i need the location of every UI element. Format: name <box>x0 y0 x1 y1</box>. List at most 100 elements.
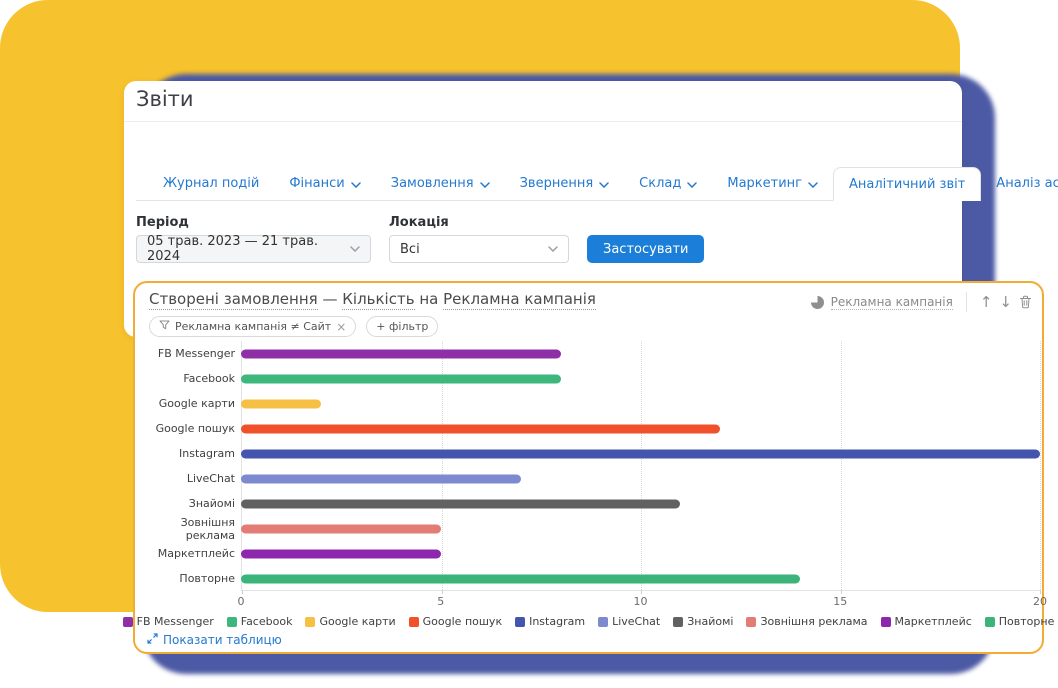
tab-1[interactable]: Журнал подій <box>148 167 274 200</box>
location-select[interactable]: Всі <box>389 235 569 263</box>
category-label: Google пошук <box>143 422 241 435</box>
x-tick-label: 20 <box>1033 595 1047 608</box>
legend-label: Знайомі <box>687 615 733 628</box>
group-by-selector[interactable]: Рекламна кампанія <box>831 295 953 310</box>
bar-track <box>241 441 1040 466</box>
bar-row: Google пошук <box>143 416 1040 441</box>
bar-track <box>241 566 1040 591</box>
bar-5[interactable] <box>241 449 1040 458</box>
bar-3[interactable] <box>241 399 321 408</box>
delete-widget-button[interactable] <box>1019 295 1032 309</box>
legend-swatch <box>746 617 756 627</box>
legend-label: Facebook <box>241 615 293 628</box>
tab-5[interactable]: Склад <box>624 167 712 200</box>
bar-2[interactable] <box>241 374 561 383</box>
category-label: FB Messenger <box>143 347 241 360</box>
legend-swatch <box>673 617 683 627</box>
bar-9[interactable] <box>241 549 441 558</box>
bar-6[interactable] <box>241 474 521 483</box>
bar-track <box>241 541 1040 566</box>
tab-2[interactable]: Фінанси <box>274 167 375 200</box>
category-label: Google карти <box>143 397 241 410</box>
location-value: Всі <box>400 242 420 257</box>
metric-selector[interactable]: Створені замовлення <box>149 290 318 310</box>
bar-7[interactable] <box>241 499 680 508</box>
legend-item[interactable]: Маркетплейс <box>881 615 972 628</box>
chevron-down-icon <box>351 182 361 188</box>
location-label: Локація <box>389 215 569 230</box>
bar-1[interactable] <box>241 349 561 358</box>
filters-bar: Період 05 трав. 2023 — 21 трав. 2024 Лок… <box>136 215 704 263</box>
filter-chips: Рекламна кампанія ≠ Сайт× + фільтр <box>149 316 438 337</box>
bar-track <box>241 516 1040 541</box>
legend-item[interactable]: Google пошук <box>409 615 502 628</box>
legend-label: Маркетплейс <box>895 615 972 628</box>
tab-label: Замовлення <box>391 176 474 191</box>
legend-swatch <box>227 617 237 627</box>
widget-title: Створені замовлення — Кількість на Рекла… <box>149 290 596 308</box>
widget-controls: Рекламна кампанія ↑ ↓ <box>811 292 1032 312</box>
show-table-label: Показати таблицю <box>163 633 282 647</box>
legend-swatch <box>881 617 891 627</box>
dimension-selector[interactable]: Рекламна кампанія <box>443 290 596 310</box>
tab-3[interactable]: Замовлення <box>376 167 505 200</box>
report-tabs: Журнал подійФінанси Замовлення Звернення Ск… <box>136 167 950 201</box>
bar-4[interactable] <box>241 424 720 433</box>
legend-item[interactable]: Facebook <box>227 615 293 628</box>
legend-item[interactable]: FB Messenger <box>123 615 214 628</box>
title-dash: — <box>322 290 337 308</box>
tab-label: Аналітичний звіт <box>849 177 965 192</box>
legend-item[interactable]: Знайомі <box>673 615 733 628</box>
legend-item[interactable]: Повторне <box>985 615 1055 628</box>
widget-header: Створені замовлення — Кількість на Рекла… <box>149 290 1032 312</box>
bar-10[interactable] <box>241 574 800 583</box>
show-table-link[interactable]: Показати таблицю <box>147 633 282 647</box>
active-filter-chip[interactable]: Рекламна кампанія ≠ Сайт× <box>149 316 356 337</box>
bar-row: Facebook <box>143 366 1040 391</box>
tab-8[interactable]: Аналіз асортименту <box>981 167 1058 200</box>
move-down-button[interactable]: ↓ <box>999 295 1012 310</box>
category-label: LiveChat <box>143 472 241 485</box>
chart-legend: FB Messenger Facebook Google карти Google п… <box>135 615 1042 628</box>
close-icon[interactable]: × <box>336 320 346 334</box>
legend-swatch <box>515 617 525 627</box>
move-up-button[interactable]: ↑ <box>980 295 993 310</box>
legend-item[interactable]: LiveChat <box>598 615 660 628</box>
tab-label: Маркетинг <box>727 176 802 191</box>
bar-track <box>241 366 1040 391</box>
legend-label: Google карти <box>319 615 395 628</box>
apply-button[interactable]: Застосувати <box>587 235 704 263</box>
legend-item[interactable]: Google карти <box>305 615 395 628</box>
period-label: Період <box>136 215 371 230</box>
legend-item[interactable]: Зовнішня реклама <box>746 615 867 628</box>
bar-row: Зовнішня реклама <box>143 516 1040 541</box>
controls-divider <box>966 292 967 312</box>
category-label: Instagram <box>143 447 241 460</box>
bar-8[interactable] <box>241 524 441 533</box>
location-filter-group: Локація Всі <box>389 215 569 263</box>
chevron-down-icon <box>350 246 360 252</box>
chevron-down-icon <box>599 182 609 188</box>
category-label: Знайомі <box>143 497 241 510</box>
legend-swatch <box>305 617 315 627</box>
period-select[interactable]: 05 трав. 2023 — 21 трав. 2024 <box>136 235 371 263</box>
bar-row: Повторне <box>143 566 1040 591</box>
tab-6[interactable]: Маркетинг <box>712 167 833 200</box>
bar-row: Instagram <box>143 441 1040 466</box>
x-axis: 05101520 <box>241 595 1040 609</box>
tab-label: Склад <box>639 176 681 191</box>
measure-selector[interactable]: Кількість <box>342 290 414 310</box>
tab-4[interactable]: Звернення <box>505 167 625 200</box>
legend-item[interactable]: Instagram <box>515 615 585 628</box>
header-divider <box>124 121 962 122</box>
bar-track <box>241 491 1040 516</box>
tab-label: Звернення <box>520 176 594 191</box>
expand-icon <box>147 633 158 647</box>
tab-7-active[interactable]: Аналітичний звіт <box>833 167 981 201</box>
legend-label: FB Messenger <box>137 615 214 628</box>
add-filter-chip[interactable]: + фільтр <box>366 316 438 337</box>
bar-row: Знайомі <box>143 491 1040 516</box>
legend-label: LiveChat <box>612 615 660 628</box>
bar-track <box>241 416 1040 441</box>
period-value: 05 трав. 2023 — 21 трав. 2024 <box>147 234 342 264</box>
